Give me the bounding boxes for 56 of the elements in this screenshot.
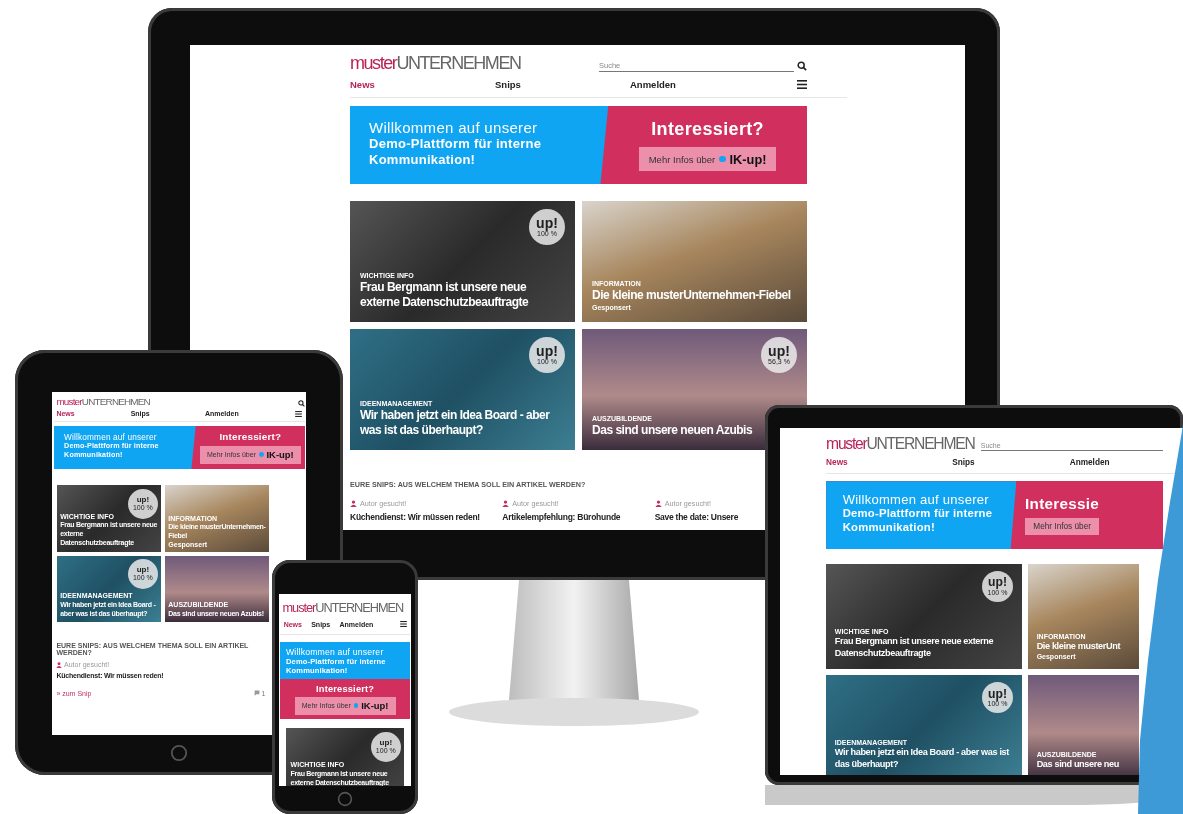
dot-icon — [719, 155, 726, 163]
logo: musterUNTERNEHMEN — [350, 54, 521, 72]
cta-title: Interessiert? — [316, 683, 375, 694]
info-button[interactable]: Mehr Infos über IK-up! — [639, 146, 776, 172]
nav-link[interactable]: Snips — [952, 457, 1070, 467]
article-title: Frau Bergmann ist unsere neue externe Datenschutzbeauftragte — [834, 635, 995, 660]
dot-icon — [353, 703, 359, 709]
comment-icon — [253, 690, 260, 697]
home-button-icon — [337, 791, 353, 807]
badge-label: up! — [988, 576, 1007, 589]
article-title: Das sind unsere neu — [1036, 759, 1120, 771]
nav-link[interactable]: Anmelden — [1069, 457, 1163, 467]
article-title: Die kleine musterUnternehmen-Fiebel — [592, 288, 792, 304]
article-title: Frau Bergmann ist unsere neue externe Datenschutzbeauftragte — [360, 279, 530, 311]
person-icon — [350, 500, 357, 507]
search-icon[interactable] — [797, 61, 807, 72]
article-title: Wir haben jetzt ein Idea Board - aber was ist das überhaupt? — [360, 407, 551, 439]
logo: musterUNTERNEHMEN — [826, 435, 975, 452]
nav-link[interactable]: Anmelden — [630, 79, 797, 90]
person-icon — [502, 500, 510, 507]
nav-link[interactable]: News — [350, 79, 495, 90]
article-title: Das sind unsere neuen Azubis — [592, 423, 754, 439]
badge-label: up! — [379, 738, 393, 747]
badge-label: up! — [768, 344, 790, 359]
badge-label: up! — [536, 216, 558, 231]
dot-icon — [258, 452, 264, 458]
logo: musterUNTERNEHMEN — [282, 601, 404, 615]
badge-label: up! — [136, 495, 150, 504]
cta-title: Interessie — [1025, 494, 1100, 512]
snip-title: Artikelempfehlung: Bürohunde — [502, 512, 622, 523]
headline-text: Demo-Plattform für interne Kommunikation! — [369, 136, 543, 168]
badge-label: up! — [988, 687, 1007, 700]
badge-label: up! — [136, 566, 150, 575]
cta-title: Interessiert? — [651, 118, 764, 140]
snip-title: Save the date: Unsere — [654, 512, 740, 523]
nav-link[interactable]: Snips — [495, 79, 630, 90]
menu-icon[interactable] — [399, 621, 407, 628]
search-icon[interactable] — [298, 399, 305, 407]
cta-title: Interessiert? — [219, 431, 282, 442]
welcome-text: Willkommen auf unserer — [369, 119, 539, 136]
home-button-icon — [170, 744, 188, 762]
person-icon — [56, 661, 63, 668]
nav-link[interactable]: News — [826, 457, 953, 467]
article-title: Die kleine musterUnt — [1036, 640, 1122, 653]
info-button[interactable]: Mehr Infos über — [1025, 518, 1100, 536]
logo: musterUNTERNEHMEN — [56, 396, 150, 407]
badge-label: up! — [536, 344, 558, 359]
welcome-text: Willkommen auf unserer — [842, 492, 990, 508]
menu-icon[interactable] — [294, 410, 302, 417]
welcome-text: Willkommen auf unserer — [64, 433, 158, 443]
welcome-text: Willkommen auf unserer — [285, 646, 385, 657]
menu-icon[interactable] — [797, 80, 807, 89]
headline-text: Demo-Plattform für interne Kommunikation! — [842, 507, 994, 535]
snip-title: Küchendienst: Wir müssen reden! — [350, 512, 481, 523]
article-title: Wir haben jetzt ein Idea Board - aber was ist das überhaupt? — [834, 747, 1010, 771]
person-icon — [654, 500, 662, 507]
